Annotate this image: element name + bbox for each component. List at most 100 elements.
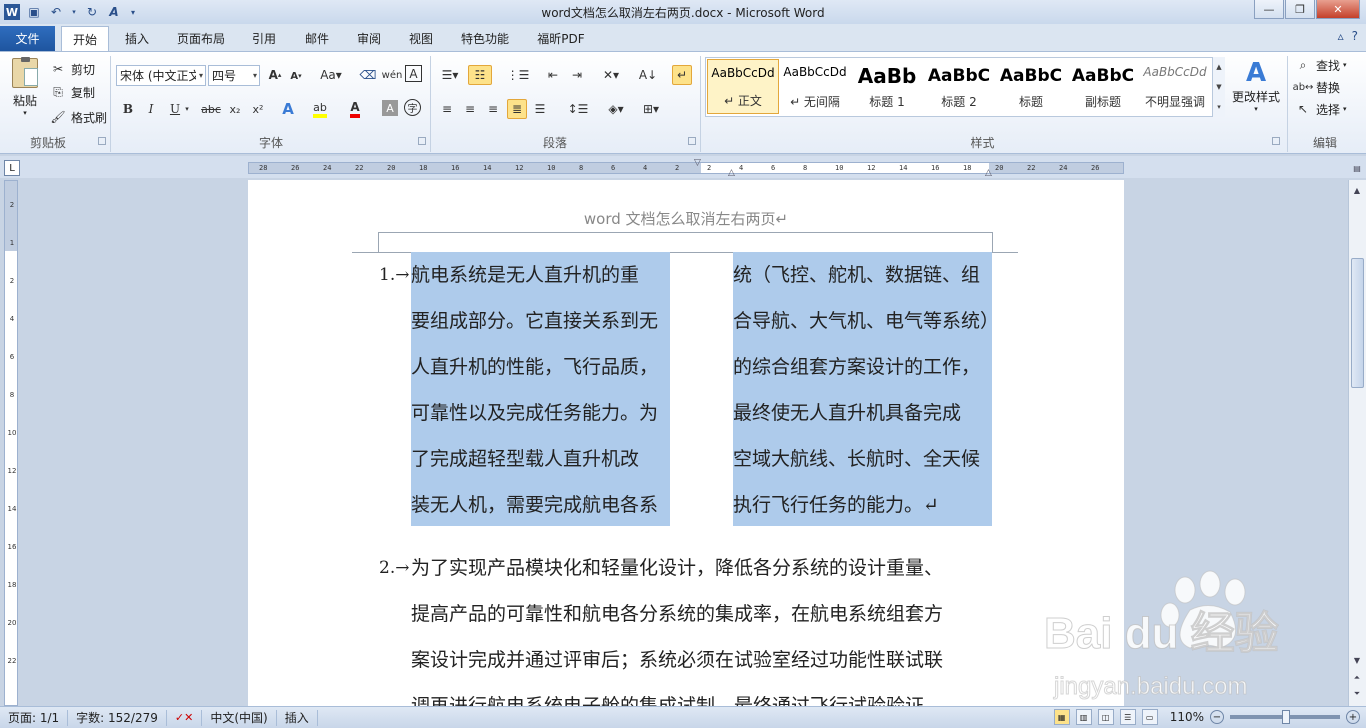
superscript-button[interactable]: x² [248, 99, 268, 119]
highlight-color-icon[interactable]: ab [310, 99, 330, 119]
paragraph-2[interactable]: 为了实现产品模块化和轻量化设计，降低各分系统的设计重量、 提高产品的可靠性和航电… [411, 545, 1001, 706]
scroll-thumb[interactable] [1351, 258, 1364, 388]
proofing-icon[interactable]: ✓✕ [167, 709, 203, 726]
language-status[interactable]: 中文(中国) [202, 709, 277, 726]
font-color-icon[interactable]: A [345, 99, 365, 119]
tab-mailings[interactable]: 邮件 [293, 26, 341, 51]
font-name-combo[interactable]: 宋体 (中文正文)▾ [116, 65, 206, 86]
print-layout-view-icon[interactable]: ▦ [1053, 709, 1070, 725]
minimize-ribbon-icon[interactable]: ▵ [1338, 29, 1344, 43]
horizontal-ruler[interactable]: 28 26 24 22 20 18 16 14 12 10 8 6 4 2 2 4 6 8 10 12 14 16 18 20… [248, 162, 1124, 174]
right-indent-icon[interactable]: △ [985, 168, 992, 178]
help-icon[interactable]: ? [1352, 29, 1358, 43]
justify-icon[interactable]: ≣ [507, 99, 527, 119]
show-hide-marks-icon[interactable]: ↵ [672, 65, 692, 85]
restore-button[interactable]: ❐ [1285, 0, 1315, 19]
next-page-icon[interactable]: ⏷ [1349, 686, 1365, 702]
text-effects-icon[interactable]: A [278, 99, 298, 119]
draft-view-icon[interactable]: ▭ [1141, 709, 1158, 725]
hanging-indent-icon[interactable]: △ [728, 168, 735, 178]
more-styles-icon[interactable]: ▾ [1217, 103, 1221, 111]
font-dialog-launcher-icon[interactable] [418, 137, 426, 145]
scroll-down-icon[interactable]: ▼ [1216, 83, 1221, 91]
change-case-icon[interactable]: Aa▾ [318, 65, 344, 85]
bold-button[interactable]: B [118, 99, 138, 119]
format-text-icon[interactable]: A [106, 4, 122, 20]
sort-icon[interactable]: A↓ [638, 65, 658, 85]
grow-font-icon[interactable]: A ▴ [265, 65, 285, 85]
tab-review[interactable]: 审阅 [345, 26, 393, 51]
copy-button[interactable]: ⎘ 复制 [48, 81, 95, 103]
word-logo-icon[interactable]: W [4, 4, 20, 20]
dropdown-arrow-icon[interactable]: ▾ [70, 4, 78, 20]
tab-special-features[interactable]: 特色功能 [452, 26, 518, 51]
replace-button[interactable]: ab↔ 替换 [1293, 76, 1340, 98]
align-left-icon[interactable]: ≡ [437, 99, 457, 119]
enclose-characters-icon[interactable]: 字 [404, 99, 421, 116]
insert-mode-status[interactable]: 插入 [277, 709, 318, 726]
select-button[interactable]: ↖ 选择 ▾ [1293, 98, 1347, 120]
increase-indent-icon[interactable]: ⇥ [567, 65, 587, 85]
style-subtle-emphasis[interactable]: AaBbCcDd 不明显强调 [1139, 59, 1211, 114]
numbering-icon[interactable]: ☷ [468, 65, 492, 85]
styles-dialog-launcher-icon[interactable] [1272, 137, 1280, 145]
chinese-layout-icon[interactable]: ✕▾ [598, 65, 624, 85]
zoom-slider[interactable] [1230, 710, 1340, 724]
cut-button[interactable]: ✂ 剪切 [48, 58, 95, 80]
left-column[interactable]: 航电系统是无人直升机的重 要组成部分。它直接关系到无 人直升机的性能，飞行品质，… [411, 252, 670, 526]
full-screen-reading-icon[interactable]: ▥ [1075, 709, 1092, 725]
character-shading-icon[interactable]: A [382, 100, 398, 116]
page-count-status[interactable]: 页面: 1/1 [0, 709, 69, 726]
tab-home[interactable]: 开始 [61, 26, 109, 51]
right-column[interactable]: 统（飞控、舵机、数据链、组 合导航、大气机、电气等系统） 的综合组套方案设计的工… [733, 252, 999, 526]
style-heading-2[interactable]: AaBbC 标题 2 [923, 59, 995, 114]
clipboard-dialog-launcher-icon[interactable] [98, 137, 106, 145]
tab-selector-icon[interactable]: L [4, 160, 20, 176]
outline-view-icon[interactable]: ☰ [1119, 709, 1136, 725]
tab-file[interactable]: 文件 [0, 26, 55, 51]
decrease-indent-icon[interactable]: ⇤ [543, 65, 563, 85]
character-border-icon[interactable]: A [405, 65, 422, 82]
find-button[interactable]: ⌕ 查找 ▾ [1293, 54, 1347, 76]
save-icon[interactable]: ▣ [26, 4, 42, 20]
strikethrough-button[interactable]: abc [200, 99, 222, 119]
document-page[interactable]: word 文档怎么取消左右两页↵ 1.→ 航电系统是无人直升机的重 要组成部分。… [248, 180, 1124, 706]
tab-references[interactable]: 引用 [240, 26, 288, 51]
previous-page-icon[interactable]: ⏶ [1349, 670, 1365, 686]
first-line-indent-icon[interactable]: ▽ [694, 158, 701, 168]
web-layout-icon[interactable]: ◫ [1097, 709, 1114, 725]
underline-dropdown-icon[interactable]: ▾ [182, 99, 192, 119]
clear-formatting-icon[interactable]: ⌫ [358, 65, 378, 85]
style-no-spacing[interactable]: AaBbCcDd ↵ 无间隔 [779, 59, 851, 114]
format-painter-button[interactable]: 🖌 格式刷 [48, 106, 107, 128]
font-size-combo[interactable]: 四号 ▾ [208, 65, 260, 86]
tab-insert[interactable]: 插入 [113, 26, 161, 51]
style-subtitle[interactable]: AaBbC 副标题 [1067, 59, 1139, 114]
word-count-status[interactable]: 字数: 152/279 [68, 709, 167, 726]
style-title[interactable]: AaBbC 标题 [995, 59, 1067, 114]
tab-view[interactable]: 视图 [397, 26, 445, 51]
bullets-icon[interactable]: ☰▾ [437, 65, 463, 85]
italic-button[interactable]: I [141, 99, 161, 119]
scroll-up-icon[interactable]: ▲ [1349, 182, 1365, 198]
scroll-down-icon[interactable]: ▼ [1349, 652, 1365, 668]
borders-icon[interactable]: ⊞▾ [638, 99, 664, 119]
vertical-ruler[interactable]: 2 1 2 4 6 8 10 12 14 16 18 20 22 [4, 180, 18, 706]
zoom-slider-thumb[interactable] [1282, 710, 1291, 724]
shading-icon[interactable]: ◈▾ [603, 99, 629, 119]
zoom-out-icon[interactable]: − [1210, 710, 1224, 724]
close-button[interactable]: ✕ [1316, 0, 1360, 19]
phonetic-guide-icon[interactable]: wén [382, 65, 403, 85]
minimize-button[interactable]: — [1254, 0, 1284, 19]
undo-icon[interactable]: ↶ [48, 4, 64, 20]
shrink-font-icon[interactable]: A ▾ [286, 66, 306, 86]
paragraph-dialog-launcher-icon[interactable] [688, 137, 696, 145]
style-normal[interactable]: AaBbCcDd ↵ 正文 [707, 59, 779, 114]
zoom-level[interactable]: 110% [1170, 710, 1204, 724]
tab-foxit-pdf[interactable]: 福昕PDF [528, 26, 594, 51]
view-ruler-icon[interactable]: ▤ [1349, 160, 1365, 176]
customize-qat-icon[interactable]: ▾ [128, 4, 138, 20]
page-header[interactable]: word 文档怎么取消左右两页↵ [248, 208, 1124, 229]
paste-button[interactable]: 粘贴 ▾ [8, 57, 42, 124]
subscript-button[interactable]: x₂ [225, 99, 245, 119]
